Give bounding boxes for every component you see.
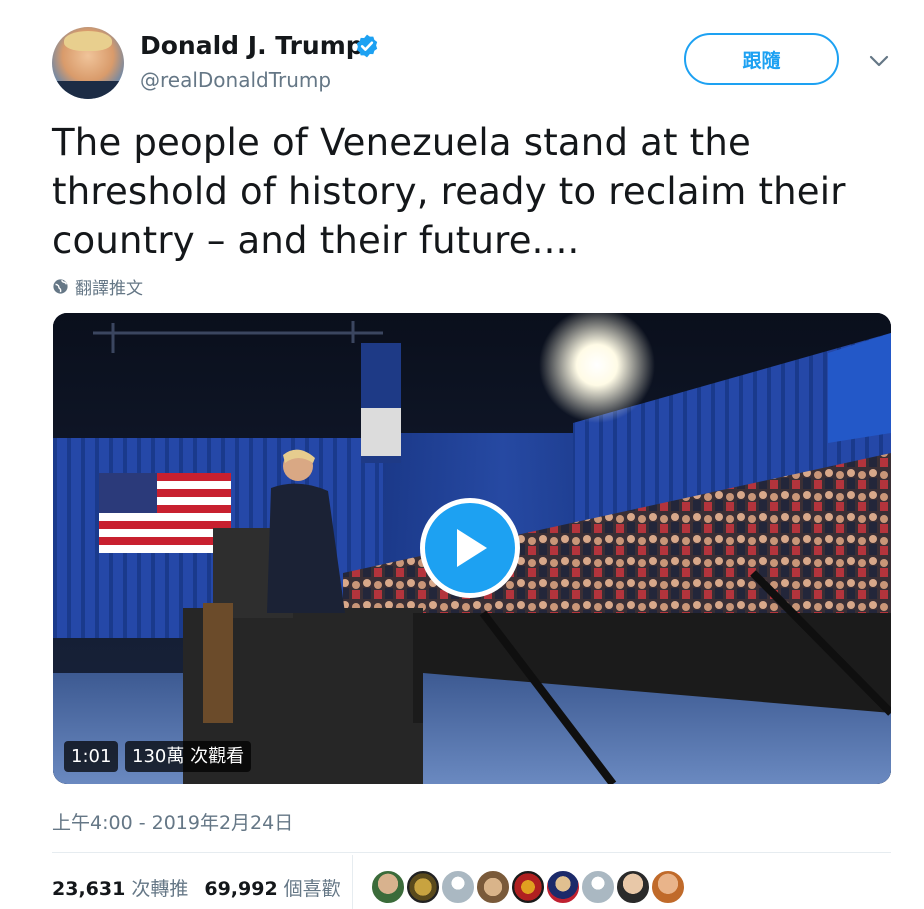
play-icon bbox=[457, 529, 487, 567]
liker-avatars bbox=[370, 869, 686, 905]
stats-divider bbox=[52, 852, 891, 853]
retweet-count[interactable]: 23,631 bbox=[52, 878, 125, 900]
liker-avatar-7[interactable] bbox=[580, 869, 616, 905]
retweet-label[interactable]: 次轉推 bbox=[131, 874, 188, 901]
follow-button[interactable]: 跟隨 bbox=[684, 33, 839, 85]
tweet-timestamp[interactable]: 上午4:00 - 2019年2月24日 bbox=[52, 808, 293, 835]
author-display-name[interactable]: Donald J. Trump bbox=[140, 31, 364, 60]
chevron-down-icon[interactable] bbox=[868, 53, 890, 69]
liker-avatar-2[interactable] bbox=[405, 869, 441, 905]
liker-avatar-8[interactable] bbox=[615, 869, 651, 905]
stats-separator bbox=[352, 855, 353, 909]
liker-avatar-9[interactable] bbox=[650, 869, 686, 905]
tweet-text: The people of Venezuela stand at the thr… bbox=[52, 121, 846, 262]
liker-avatar-6[interactable] bbox=[545, 869, 581, 905]
globe-icon bbox=[53, 279, 68, 294]
like-label[interactable]: 個喜歡 bbox=[284, 874, 341, 901]
video-views-badge: 130萬 次觀看 bbox=[125, 741, 252, 772]
verified-badge-icon bbox=[356, 34, 378, 58]
author-handle[interactable]: @realDonaldTrump bbox=[140, 68, 331, 92]
avatar-suit-shape bbox=[52, 81, 124, 99]
video-duration-badge: 1:01 bbox=[64, 741, 119, 772]
avatar-hair-shape bbox=[64, 31, 112, 51]
play-button[interactable] bbox=[420, 498, 520, 598]
author-avatar[interactable] bbox=[52, 27, 124, 99]
tweet-stats: 23,631 次轉推 69,992 個喜歡 bbox=[52, 874, 357, 901]
translate-label: 翻譯推文 bbox=[75, 279, 143, 299]
like-count[interactable]: 69,992 bbox=[204, 878, 277, 900]
video-player[interactable]: 1:01 130萬 次觀看 bbox=[53, 313, 891, 784]
liker-avatar-4[interactable] bbox=[475, 869, 511, 905]
liker-avatar-5[interactable] bbox=[510, 869, 546, 905]
liker-avatar-1[interactable] bbox=[370, 869, 406, 905]
tweet-card: Donald J. Trump @realDonaldTrump 跟隨 The … bbox=[0, 0, 924, 909]
liker-avatar-3[interactable] bbox=[440, 869, 476, 905]
translate-tweet-link[interactable]: 翻譯推文 bbox=[52, 274, 143, 299]
